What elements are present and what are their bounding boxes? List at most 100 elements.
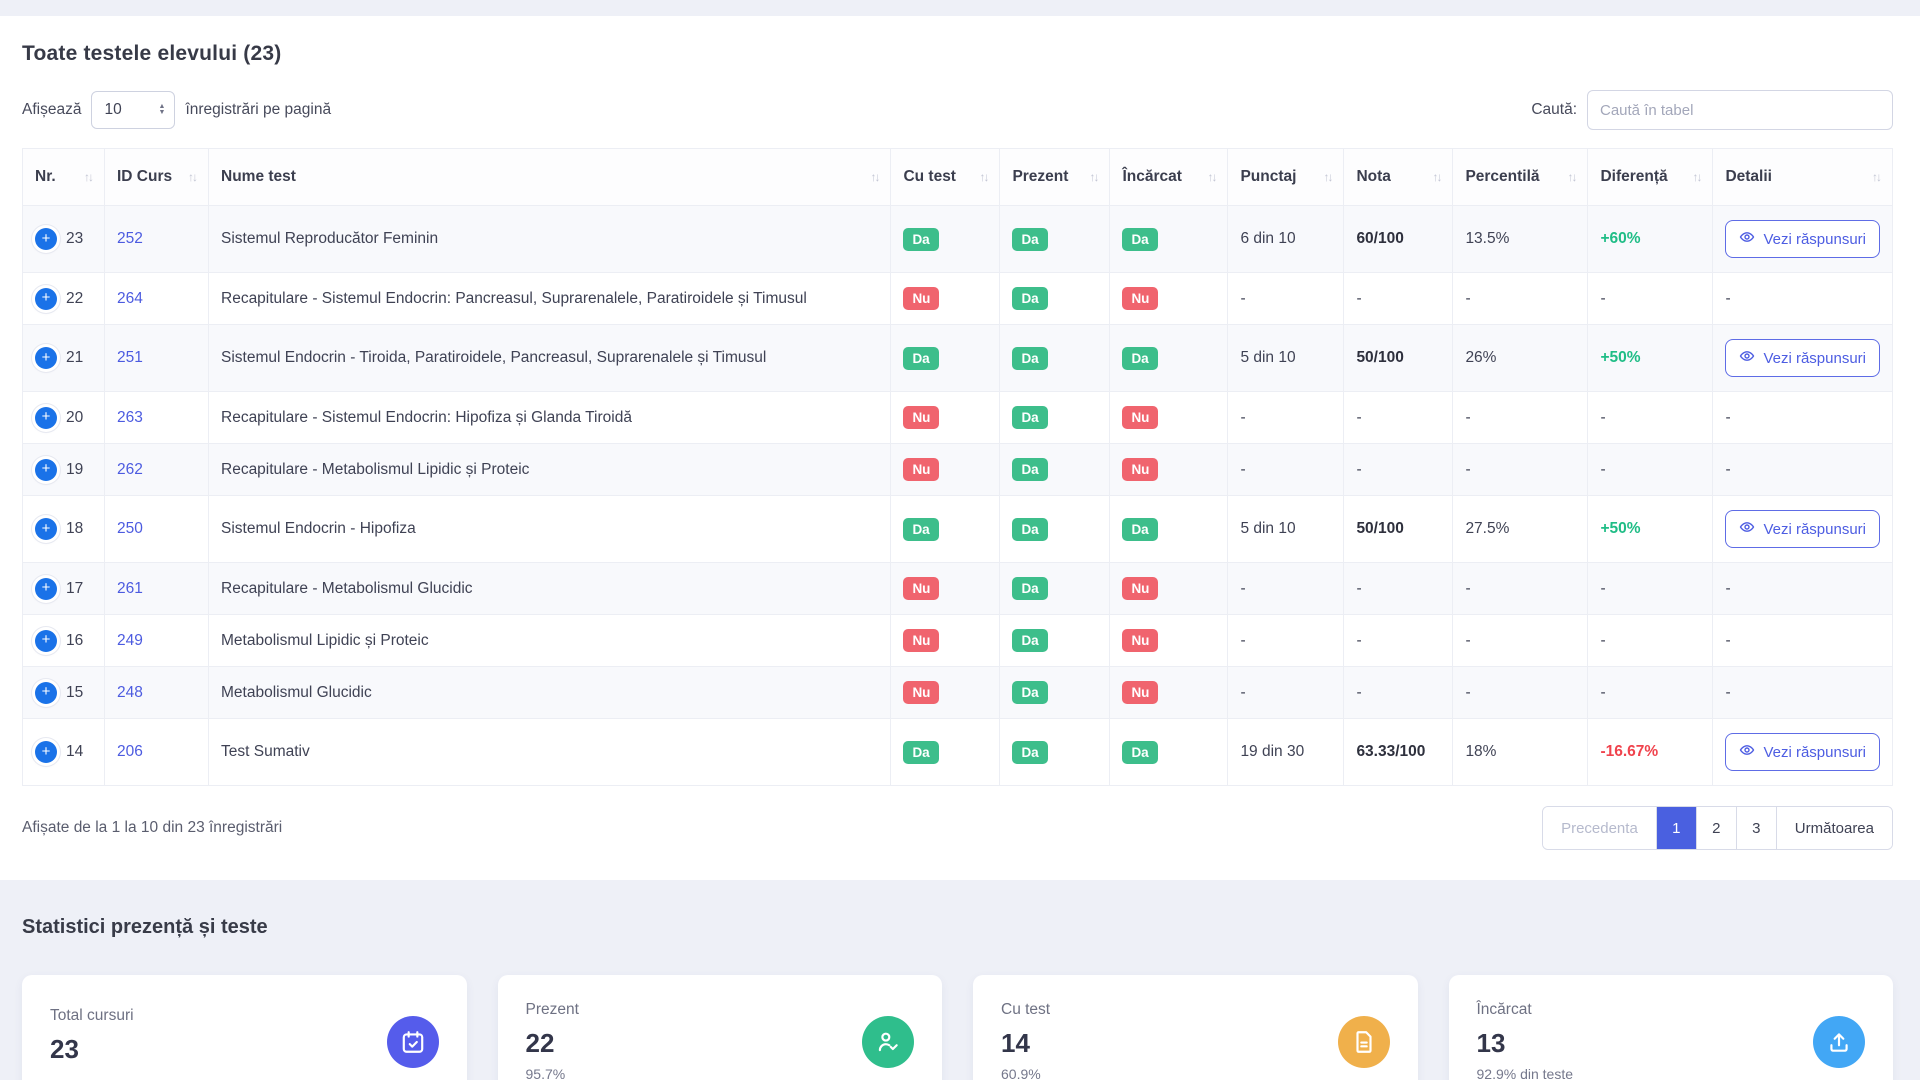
course-id-link[interactable]: 248 — [117, 684, 143, 701]
test-name: Recapitulare - Sistemul Endocrin: Hipofi… — [221, 409, 632, 426]
incarcat-badge: Da — [1122, 741, 1157, 764]
expand-row-button[interactable] — [35, 741, 57, 763]
expand-row-button[interactable] — [35, 407, 57, 429]
expand-row-button[interactable] — [35, 518, 57, 540]
records-info: Afișate de la 1 la 10 din 23 înregistrăr… — [22, 819, 282, 837]
table-header-row: Nr.ID CursNume testCu testPrezentÎncărca… — [23, 149, 1893, 206]
expand-row-button[interactable] — [35, 459, 57, 481]
stat-sub-value — [50, 1072, 134, 1077]
incarcat-badge: Nu — [1122, 629, 1158, 652]
punctaj-value: - — [1240, 409, 1245, 426]
view-answers-button[interactable]: Vezi răspunsuri — [1725, 510, 1880, 548]
pagination-next-button[interactable]: Următoarea — [1776, 807, 1892, 849]
expand-row-button[interactable] — [35, 630, 57, 652]
sort-icon — [870, 170, 878, 184]
view-answers-button[interactable]: Vezi răspunsuri — [1725, 339, 1880, 377]
column-header-percentila[interactable]: Percentilă — [1453, 149, 1588, 206]
column-header-nume-test[interactable]: Nume test — [209, 149, 891, 206]
sort-icon — [1872, 170, 1880, 184]
test-name: Test Sumativ — [221, 743, 310, 760]
course-id-link[interactable]: 263 — [117, 409, 143, 426]
column-header-inner: Detalii — [1725, 168, 1880, 186]
view-answers-label: Vezi răspunsuri — [1763, 350, 1866, 367]
stats-section: Statistici prezență și teste Total cursu… — [0, 880, 1920, 1080]
diferenta-value: -16.67% — [1600, 743, 1658, 760]
table-row: 22264Recapitulare - Sistemul Endocrin: P… — [23, 273, 1893, 325]
column-header-prezent[interactable]: Prezent — [1000, 149, 1110, 206]
course-id-link[interactable]: 264 — [117, 290, 143, 307]
column-header-nr[interactable]: Nr. — [23, 149, 105, 206]
course-id-link[interactable]: 251 — [117, 349, 143, 366]
row-number: 14 — [66, 743, 83, 761]
diferenta-value: - — [1600, 461, 1605, 478]
expand-row-button[interactable] — [35, 288, 57, 310]
pagination-previous-button[interactable]: Precedenta — [1543, 807, 1656, 849]
column-header-incarcat[interactable]: Încărcat — [1110, 149, 1228, 206]
percentila-value: - — [1465, 580, 1470, 597]
nota-value: 60/100 — [1356, 230, 1403, 247]
course-id-link[interactable]: 252 — [117, 230, 143, 247]
test-name: Recapitulare - Metabolismul Lipidic și P… — [221, 461, 529, 478]
stat-sub-value: 95.7% — [526, 1066, 579, 1080]
table-row: 21251Sistemul Endocrin - Tiroida, Parati… — [23, 325, 1893, 392]
stat-value: 13 — [1477, 1028, 1574, 1059]
nota-value: - — [1356, 632, 1361, 649]
nota-value: - — [1356, 290, 1361, 307]
expand-row-button[interactable] — [35, 228, 57, 250]
calendar-check-icon — [387, 1016, 439, 1068]
percentila-value: 18% — [1465, 743, 1496, 760]
row-number: 16 — [66, 632, 83, 650]
percentila-value: 27.5% — [1465, 520, 1509, 537]
pagination-page-3[interactable]: 3 — [1736, 807, 1776, 849]
column-label: Diferență — [1600, 168, 1667, 186]
column-header-detalii[interactable]: Detalii — [1713, 149, 1893, 206]
test-name: Recapitulare - Metabolismul Glucidic — [221, 580, 473, 597]
course-id-link[interactable]: 250 — [117, 520, 143, 537]
stats-grid: Total cursuri23Prezent2295.7%Cu test1460… — [22, 975, 1893, 1080]
expand-row-button[interactable] — [35, 347, 57, 369]
page-length-value: 10 — [104, 101, 121, 119]
stat-label: Încărcat — [1477, 1001, 1574, 1019]
file-text-icon — [1338, 1016, 1390, 1068]
column-header-nota[interactable]: Nota — [1344, 149, 1453, 206]
view-answers-button[interactable]: Vezi răspunsuri — [1725, 220, 1880, 258]
course-id-link[interactable]: 206 — [117, 743, 143, 760]
column-header-cu-test[interactable]: Cu test — [891, 149, 1000, 206]
view-answers-button[interactable]: Vezi răspunsuri — [1725, 733, 1880, 771]
pagination-page-2[interactable]: 2 — [1696, 807, 1736, 849]
details-empty-value: - — [1725, 684, 1730, 701]
prezent-badge: Da — [1012, 741, 1047, 764]
incarcat-badge: Da — [1122, 518, 1157, 541]
page-length-select[interactable]: 10 — [91, 91, 175, 129]
stat-card-texts: Prezent2295.7% — [526, 1001, 579, 1080]
user-check-icon — [862, 1016, 914, 1068]
search-input[interactable] — [1587, 90, 1893, 130]
row-number: 20 — [66, 409, 83, 427]
row-number: 21 — [66, 349, 83, 367]
column-header-punctaj[interactable]: Punctaj — [1228, 149, 1344, 206]
stat-sub-value: 60.9% — [1001, 1066, 1050, 1080]
prezent-badge: Da — [1012, 406, 1047, 429]
stat-sub-value: 92.9% din teste — [1477, 1066, 1574, 1080]
column-header-inner: Nota — [1356, 168, 1440, 186]
course-id-link[interactable]: 262 — [117, 461, 143, 478]
cu-test-badge: Nu — [903, 406, 939, 429]
course-id-link[interactable]: 249 — [117, 632, 143, 649]
punctaj-value: - — [1240, 290, 1245, 307]
eye-icon — [1739, 229, 1755, 249]
column-header-diferenta[interactable]: Diferență — [1588, 149, 1713, 206]
tests-table: Nr.ID CursNume testCu testPrezentÎncărca… — [22, 148, 1893, 786]
length-prefix-label: Afișează — [22, 101, 81, 119]
incarcat-badge: Nu — [1122, 681, 1158, 704]
page-title: Toate testele elevului (23) — [22, 42, 1893, 66]
column-label: Detalii — [1725, 168, 1772, 186]
diferenta-value: +60% — [1600, 230, 1640, 247]
expand-row-button[interactable] — [35, 578, 57, 600]
upload-icon — [1813, 1016, 1865, 1068]
expand-row-button[interactable] — [35, 682, 57, 704]
course-id-link[interactable]: 261 — [117, 580, 143, 597]
pagination-page-1[interactable]: 1 — [1656, 807, 1696, 849]
percentila-value: - — [1465, 409, 1470, 426]
column-header-id-curs[interactable]: ID Curs — [105, 149, 209, 206]
view-answers-label: Vezi răspunsuri — [1763, 744, 1866, 761]
